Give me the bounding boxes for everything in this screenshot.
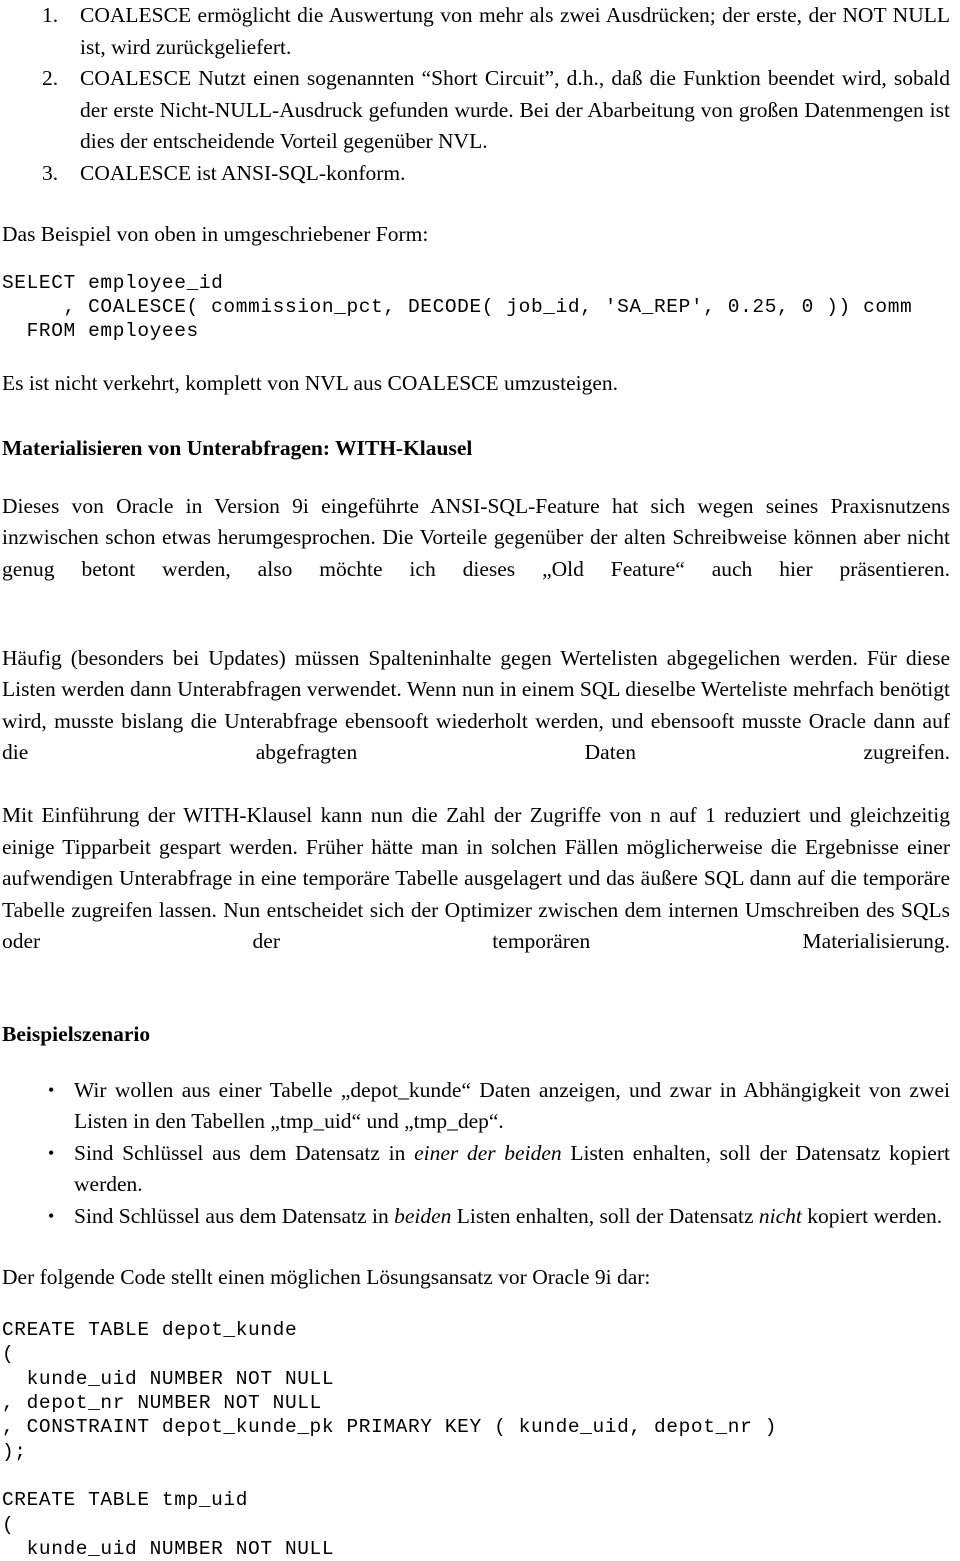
heading-with-klausel: Materialisieren von Unterabfragen: WITH-… — [2, 436, 473, 461]
sql-code-block-depot-kunde: CREATE TABLE depot_kunde ( kunde_uid NUM… — [2, 1318, 778, 1463]
code-intro-paragraph: Der folgende Code stellt einen möglichen… — [2, 1265, 651, 1290]
list-item: 3. COALESCE ist ANSI-SQL-konform. — [2, 158, 950, 190]
after-code-paragraph: Es ist nicht verkehrt, komplett von NVL … — [2, 370, 619, 395]
list-item-text: Wir wollen aus einer Tabelle „depot_kund… — [74, 1077, 950, 1134]
list-item-text: COALESCE Nutzt einen sogenannten “Short … — [80, 66, 950, 153]
coalesce-numbered-list: 1. COALESCE ermöglicht die Auswertung vo… — [2, 0, 950, 189]
paragraph-body-1: Häufig (besonders bei Updates) müssen Sp… — [2, 645, 950, 765]
list-item-text: Sind Schlüssel aus dem Datensatz in eine… — [74, 1140, 950, 1197]
list-item: 2. COALESCE Nutzt einen sogenannten “Sho… — [2, 63, 950, 158]
list-item: • Sind Schlüssel aus dem Datensatz in be… — [2, 1201, 950, 1233]
paragraph-body-2: Mit Einführung der WITH-Klausel kann nun… — [2, 803, 950, 954]
list-item-text: Sind Schlüssel aus dem Datensatz in beid… — [74, 1203, 943, 1228]
paragraph-intro: Dieses von Oracle in Version 9i eingefüh… — [2, 493, 950, 581]
list-item: • Sind Schlüssel aus dem Datensatz in ei… — [2, 1138, 950, 1201]
example-intro-label: Das Beispiel von oben in umgeschriebener… — [2, 222, 429, 246]
list-marker: 1. — [42, 3, 59, 27]
bullet-icon: • — [48, 1142, 55, 1163]
list-item-text: COALESCE ist ANSI-SQL-konform. — [80, 160, 406, 185]
heading-beispielszenario: Beispielszenario — [2, 1022, 151, 1047]
list-item: • Wir wollen aus einer Tabelle „depot_ku… — [2, 1075, 950, 1138]
list-marker: 3. — [42, 160, 59, 185]
sql-code-block-tmp-uid: CREATE TABLE tmp_uid ( kunde_uid NUMBER … — [2, 1489, 335, 1560]
document-page: 1. COALESCE ermöglicht die Auswertung vo… — [0, 0, 960, 1560]
sql-code-block-coalesce: SELECT employee_id , COALESCE( commissio… — [2, 271, 913, 343]
bullet-icon: • — [48, 1205, 55, 1226]
scenario-bullet-list: • Wir wollen aus einer Tabelle „depot_ku… — [2, 1075, 950, 1233]
list-item: 1. COALESCE ermöglicht die Auswertung vo… — [2, 0, 950, 63]
list-item-text: COALESCE ermöglicht die Auswertung von m… — [80, 3, 950, 59]
bullet-icon: • — [48, 1079, 55, 1100]
list-marker: 2. — [42, 66, 59, 90]
